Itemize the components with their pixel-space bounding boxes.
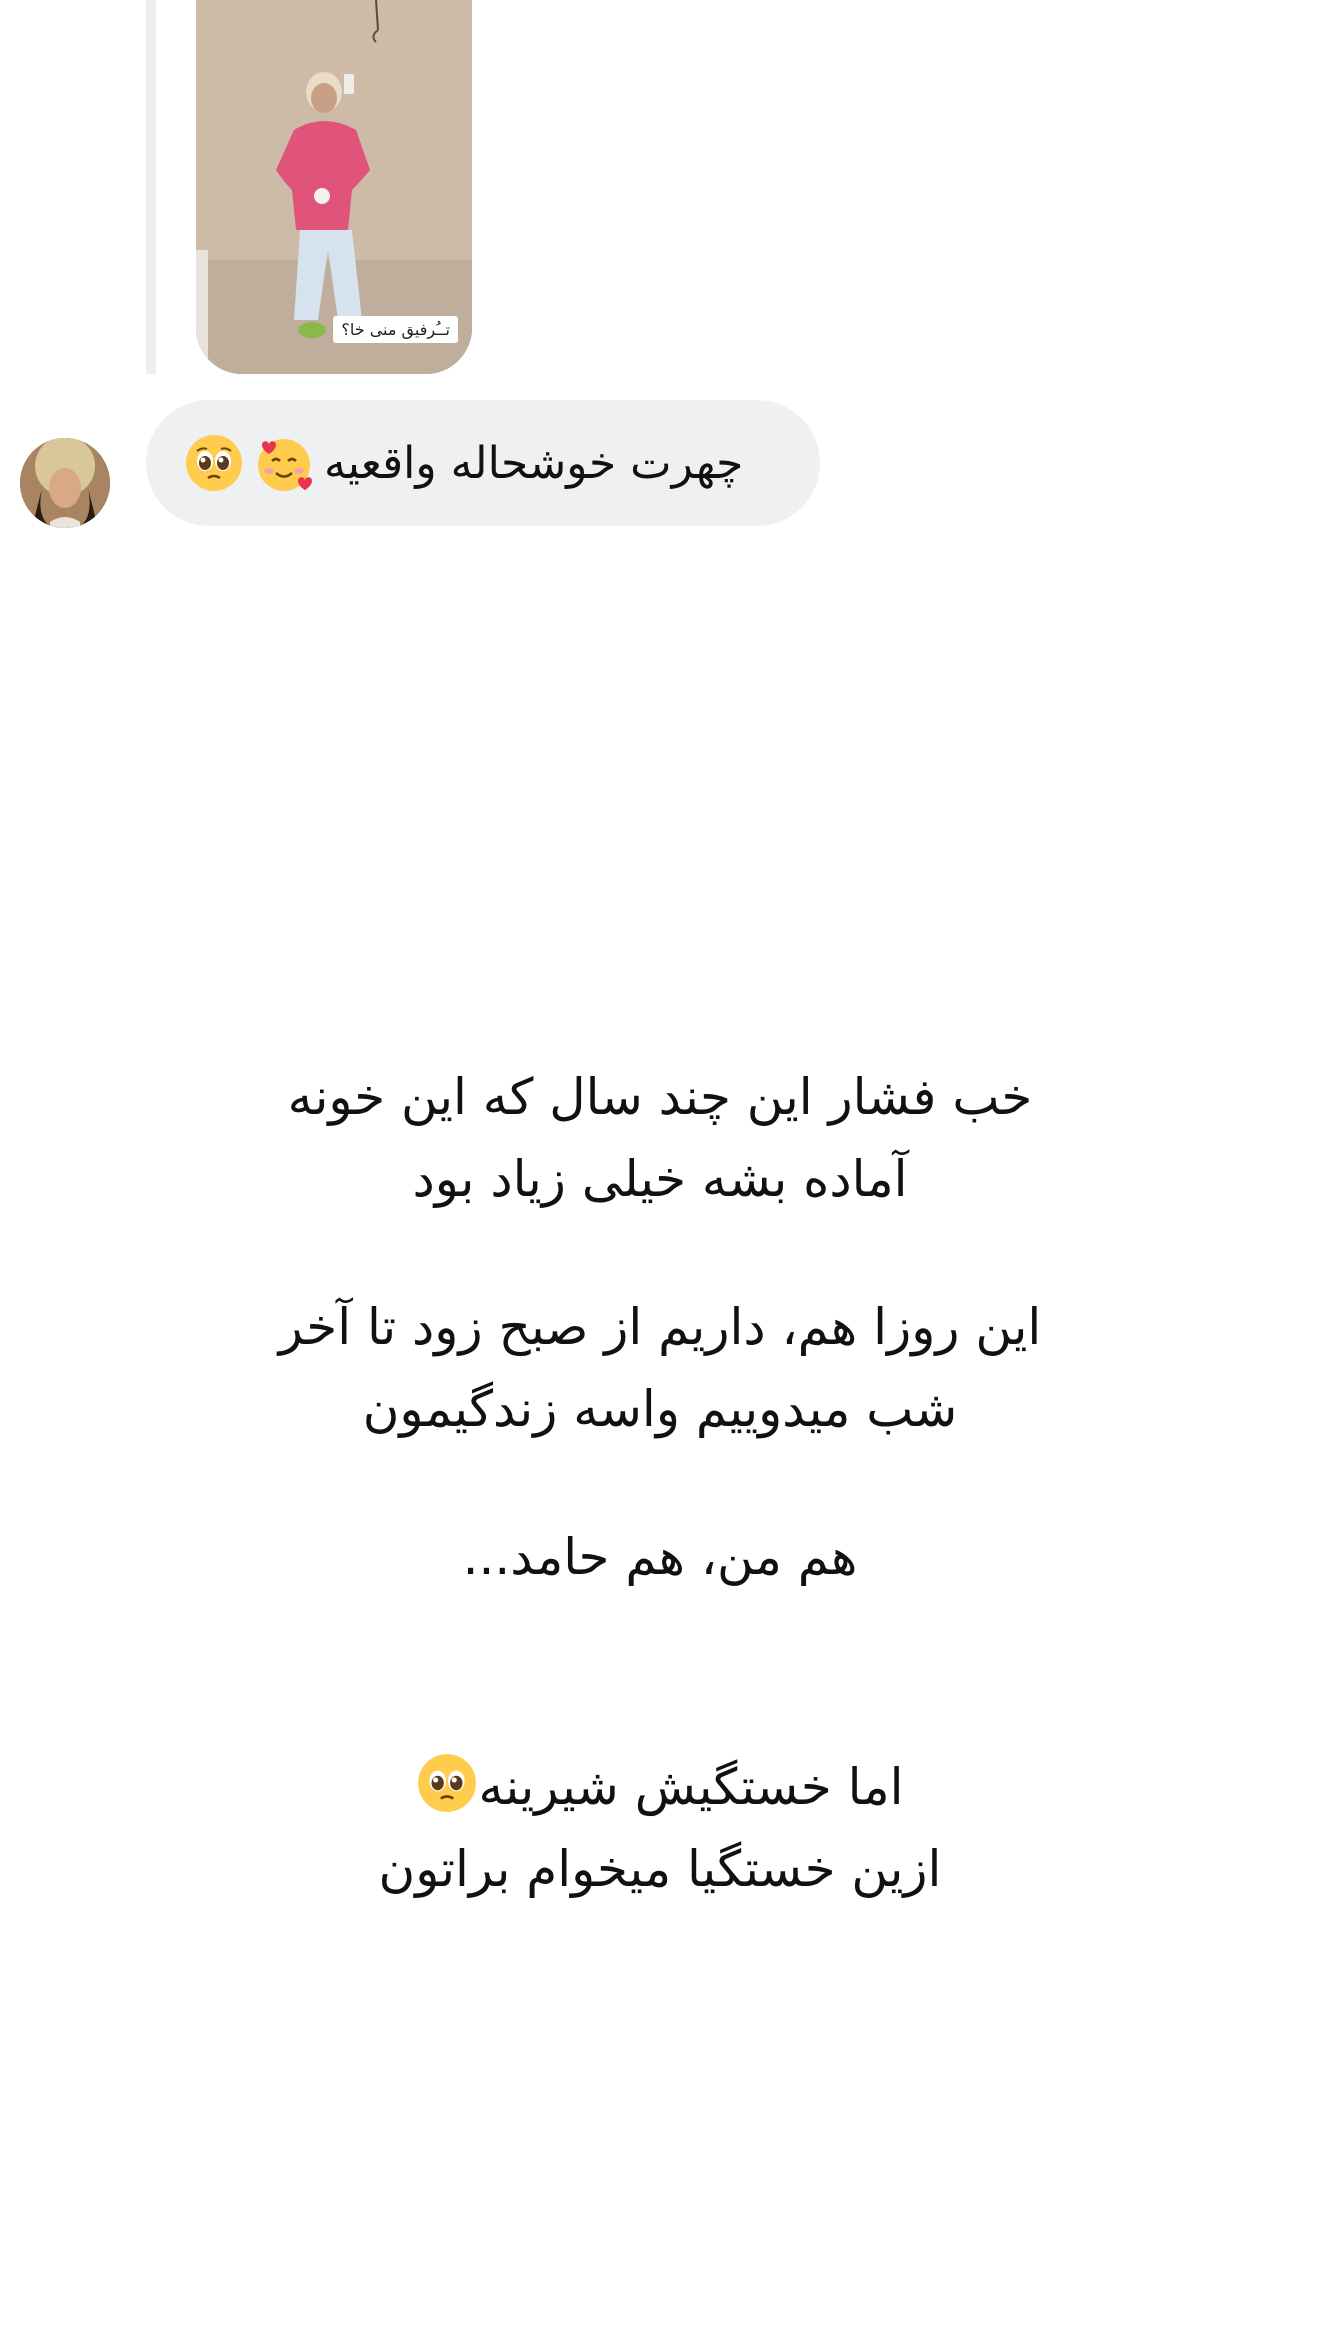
story-caption: تــُرفیق منی خا؟ <box>333 316 458 343</box>
pleading-face-emoji <box>184 433 244 493</box>
story-line-text: اما خستگیش شیرینه <box>478 1758 904 1816</box>
story-paragraph-2: این روزا هم، داریم از صبح زود تا آخر شب … <box>200 1286 1120 1450</box>
message-emojis <box>184 433 314 493</box>
message-bubble[interactable]: چهرت خوشحاله واقعیه <box>146 400 820 526</box>
story-line: آماده بشه خیلی زیاد بود <box>412 1150 908 1208</box>
story-paragraph-4: اما خستگیش شیرینه ازین خستگیا میخوام برا… <box>200 1746 1120 1910</box>
story-paragraph-3: هم من، هم حامد... <box>200 1516 1120 1598</box>
smiling-face-with-hearts-emoji <box>254 433 314 493</box>
story-line-with-emoji: اما خستگیش شیرینه <box>200 1746 1120 1828</box>
story-line: شب میدوییم واسه زندگیمون <box>362 1380 958 1438</box>
story-line: خب فشار این چند سال که این خونه <box>287 1068 1033 1126</box>
story-line: هم من، هم حامد... <box>462 1528 858 1586</box>
reply-indicator-line <box>146 0 156 374</box>
pleading-face-emoji <box>416 1752 478 1814</box>
avatar-image <box>20 438 110 528</box>
story-reply-thumbnail[interactable]: تــُرفیق منی خا؟ <box>196 0 472 374</box>
sender-avatar[interactable] <box>20 438 110 528</box>
story-line: این روزا هم، داریم از صبح زود تا آخر <box>278 1298 1042 1356</box>
message-text: چهرت خوشحاله واقعیه <box>324 437 744 489</box>
story-line: ازین خستگیا میخوام براتون <box>378 1840 942 1898</box>
story-paragraph-1: خب فشار این چند سال که این خونه آماده بش… <box>200 1056 1120 1220</box>
